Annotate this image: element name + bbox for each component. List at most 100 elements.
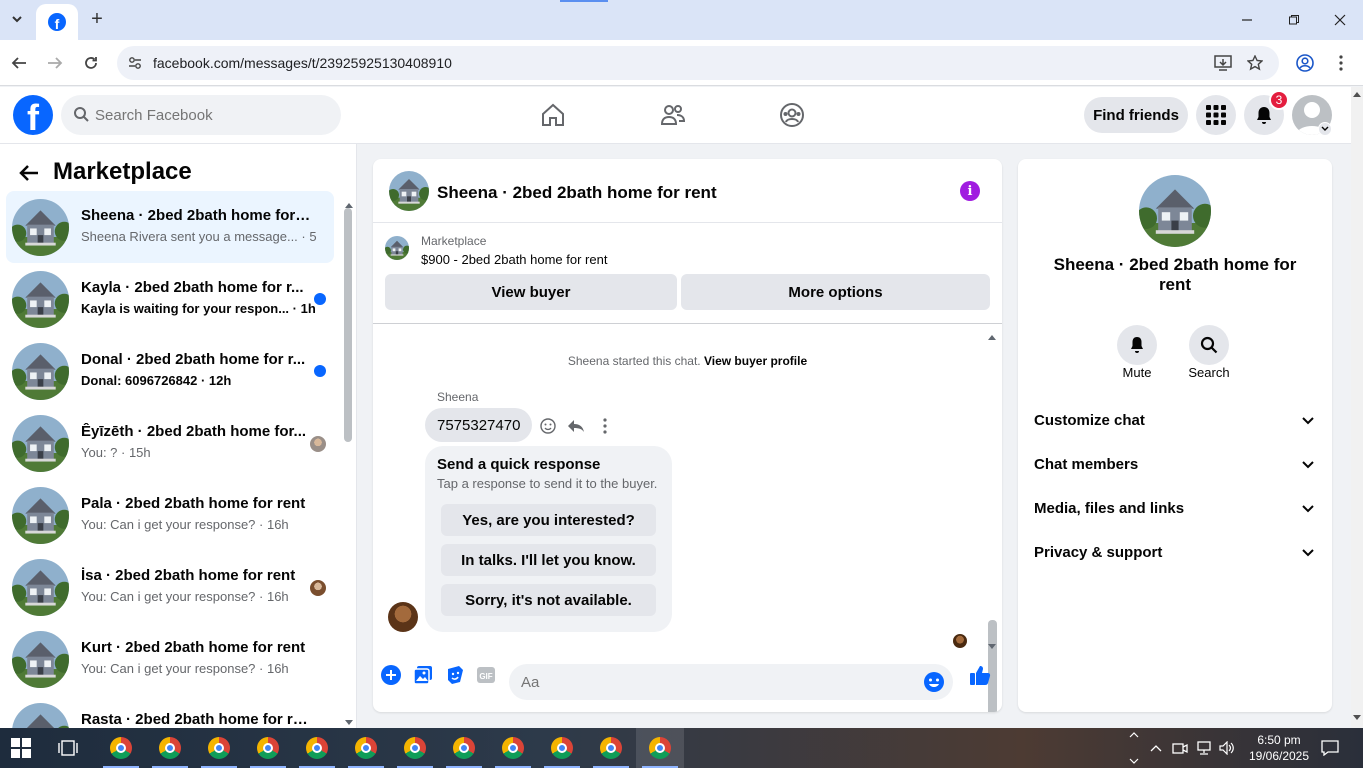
browser-menu-icon[interactable] xyxy=(1330,52,1352,74)
taskbar-chrome-app[interactable] xyxy=(195,728,243,768)
chrome-icon xyxy=(502,737,524,759)
facebook-logo-icon[interactable]: f xyxy=(13,95,53,135)
taskbar-chrome-app[interactable] xyxy=(440,728,488,768)
taskbar-chrome-app[interactable] xyxy=(342,728,390,768)
conversation-preview: You: Can i get your response? · 16h xyxy=(81,517,289,532)
close-window-button[interactable] xyxy=(1328,8,1352,32)
emoji-icon[interactable] xyxy=(923,671,945,696)
meet-now-icon[interactable] xyxy=(1171,739,1189,757)
groups-icon[interactable] xyxy=(776,99,808,131)
taskbar-chrome-app[interactable] xyxy=(146,728,194,768)
bookmark-star-icon[interactable] xyxy=(1244,52,1266,74)
scroll-down-icon[interactable] xyxy=(344,714,354,725)
info-section-row[interactable]: Privacy & support xyxy=(1018,531,1332,575)
volume-icon[interactable] xyxy=(1218,739,1236,757)
taskbar-chrome-app[interactable] xyxy=(489,728,537,768)
scroll-up-icon[interactable] xyxy=(344,196,354,208)
home-icon[interactable] xyxy=(537,99,569,131)
taskbar-chrome-app[interactable] xyxy=(391,728,439,768)
start-windows-icon[interactable] xyxy=(11,738,31,758)
tab-search-chevron-icon[interactable] xyxy=(4,6,30,32)
taskbar-chrome-app[interactable] xyxy=(587,728,635,768)
sidebar-scrollbar[interactable] xyxy=(344,208,352,442)
find-friends-button[interactable]: Find friends xyxy=(1084,97,1188,133)
add-plus-icon[interactable] xyxy=(379,663,403,687)
message-input-wrapper[interactable] xyxy=(509,664,953,700)
info-icon[interactable]: i xyxy=(960,181,980,201)
info-section-row[interactable]: Chat members xyxy=(1018,443,1332,487)
network-icon[interactable] xyxy=(1195,739,1213,757)
more-options-button[interactable]: More options xyxy=(681,274,990,310)
taskbar-clock[interactable]: 6:50 pm 19/06/2025 xyxy=(1244,732,1314,764)
sticker-icon[interactable] xyxy=(443,663,467,687)
restore-button[interactable] xyxy=(1282,8,1306,32)
forward-icon[interactable] xyxy=(44,52,66,74)
tray-chevron-up-icon[interactable] xyxy=(1147,739,1165,757)
conversation-item[interactable]: Pala · 2bed 2bath home for rent You: Can … xyxy=(6,479,334,551)
conversation-item[interactable]: Donal · 2bed 2bath home for r... Donal: 6… xyxy=(6,335,334,407)
react-smiley-icon[interactable] xyxy=(538,416,558,436)
taskbar-scroll-icon[interactable] xyxy=(1128,729,1140,767)
taskbar-chrome-app[interactable] xyxy=(293,728,341,768)
more-actions-icon[interactable] xyxy=(595,416,615,436)
menu-grid-icon[interactable] xyxy=(1196,95,1236,135)
info-section-row[interactable]: Customize chat xyxy=(1018,399,1332,443)
reply-icon[interactable] xyxy=(566,416,586,436)
page-scrollbar[interactable] xyxy=(1351,87,1363,728)
message-bubble[interactable]: 7575327470 xyxy=(425,408,533,442)
listing-thumbnail[interactable] xyxy=(385,236,409,260)
sender-avatar[interactable] xyxy=(388,602,418,632)
view-buyer-button[interactable]: View buyer xyxy=(385,274,677,310)
thumbs-up-icon[interactable] xyxy=(968,663,992,687)
friends-icon[interactable] xyxy=(657,99,689,131)
taskbar-chrome-app[interactable] xyxy=(636,728,684,768)
info-section-row[interactable]: Media, files and links xyxy=(1018,487,1332,531)
facebook-search[interactable] xyxy=(61,95,341,135)
quick-response-in-talks[interactable]: In talks. I'll let you know. xyxy=(441,544,656,576)
search-input[interactable] xyxy=(95,106,325,124)
chat-scroll-down-icon[interactable] xyxy=(987,638,997,649)
site-settings-icon[interactable] xyxy=(125,53,145,73)
omnibox[interactable]: facebook.com/messages/t/2392592513040891… xyxy=(117,46,1279,80)
view-buyer-profile-link[interactable]: View buyer profile xyxy=(704,354,807,368)
action-center-icon[interactable] xyxy=(1321,739,1339,757)
back-arrow-icon[interactable] xyxy=(16,160,42,186)
new-tab-button[interactable]: + xyxy=(86,8,108,30)
profile-icon[interactable] xyxy=(1294,52,1316,74)
conversation-item[interactable]: Sheena · 2bed 2bath home for r... Sheena … xyxy=(6,191,334,263)
chat-scroll-up-icon[interactable] xyxy=(987,328,997,340)
minimize-button[interactable] xyxy=(1235,8,1259,32)
mute-button[interactable] xyxy=(1117,325,1157,365)
conversation-item[interactable]: Kurt · 2bed 2bath home for rent You: Can … xyxy=(6,623,334,695)
message-input[interactable] xyxy=(521,673,911,691)
conversation-name: İsa · 2bed 2bath home for rent xyxy=(81,567,296,584)
info-section-label: Media, files and links xyxy=(1034,500,1185,517)
photo-icon[interactable] xyxy=(411,663,435,687)
info-house-avatar[interactable] xyxy=(1139,175,1211,247)
listing-price[interactable]: $900 - 2bed 2bath home for rent xyxy=(421,252,607,267)
browser-tab-facebook[interactable]: f xyxy=(36,4,78,40)
conversation-item[interactable]: Rasta · 2bed 2bath home for rent xyxy=(6,695,334,728)
conversation-item[interactable]: İsa · 2bed 2bath home for rent You: Can i… xyxy=(6,551,334,623)
listing-label: Marketplace xyxy=(421,234,487,248)
install-app-icon[interactable] xyxy=(1212,52,1234,74)
quick-response-interested[interactable]: Yes, are you interested? xyxy=(441,504,656,536)
task-view-icon[interactable] xyxy=(58,738,78,758)
chat-title[interactable]: Sheena · 2bed 2bath home for rent xyxy=(437,183,717,203)
search-icon xyxy=(73,106,89,125)
url-text[interactable]: facebook.com/messages/t/2392592513040891… xyxy=(153,55,452,71)
account-chevron-icon[interactable] xyxy=(1318,122,1332,136)
reload-icon[interactable] xyxy=(80,52,102,74)
quick-response-not-available[interactable]: Sorry, it's not available. xyxy=(441,584,656,616)
gif-icon[interactable]: GIF xyxy=(474,663,498,687)
search-chat-button[interactable] xyxy=(1189,325,1229,365)
tab-indicator xyxy=(560,0,608,2)
conversation-item[interactable]: Êyīzēth · 2bed 2bath home for... You: ? ·… xyxy=(6,407,334,479)
conversation-item[interactable]: Kayla · 2bed 2bath home for r... Kayla is… xyxy=(6,263,334,335)
taskbar-chrome-app[interactable] xyxy=(538,728,586,768)
search-label: Search xyxy=(1188,365,1230,380)
taskbar-chrome-app[interactable] xyxy=(97,728,145,768)
chat-house-avatar[interactable] xyxy=(389,171,429,211)
taskbar-chrome-app[interactable] xyxy=(244,728,292,768)
back-icon[interactable] xyxy=(8,52,30,74)
